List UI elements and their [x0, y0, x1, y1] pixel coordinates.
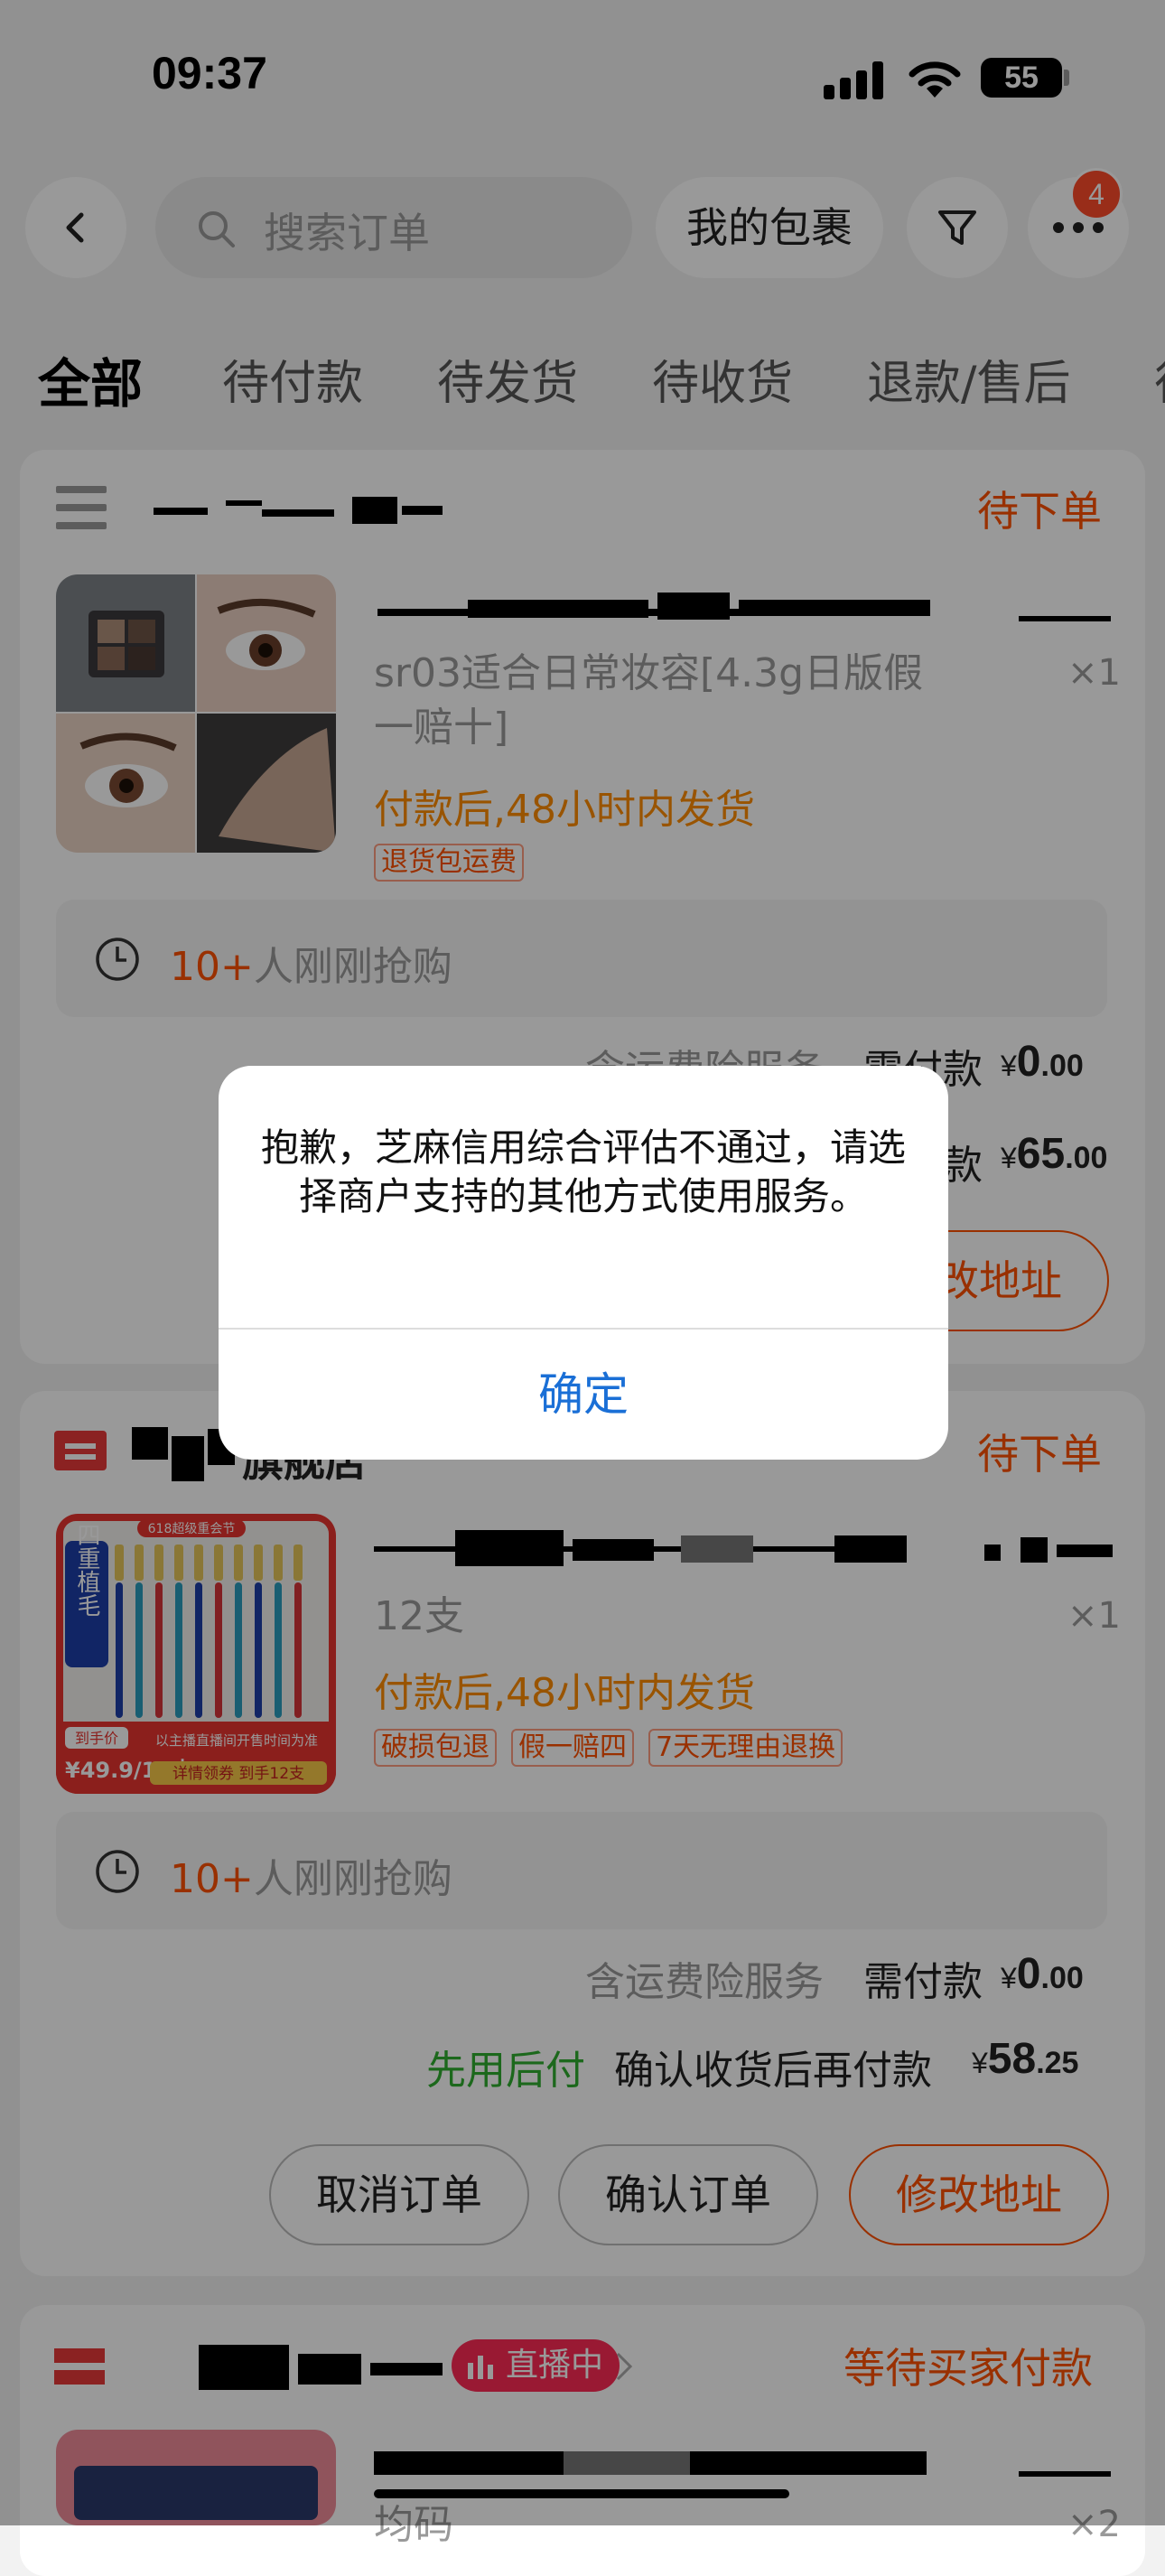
dialog-confirm-button[interactable]: 确定: [219, 1330, 948, 1460]
alert-dialog: 抱歉，芝麻信用综合评估不通过，请选择商户支持的其他方式使用服务。 确定: [219, 1066, 948, 1460]
dialog-message: 抱歉，芝麻信用综合评估不通过，请选择商户支持的其他方式使用服务。: [260, 1125, 906, 1218]
